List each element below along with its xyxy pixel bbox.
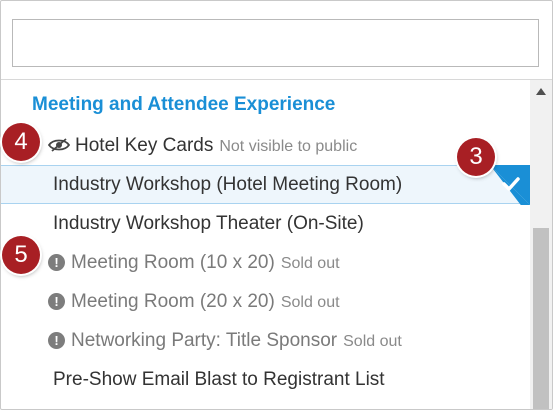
checkmark-icon [490, 165, 530, 205]
dropdown-panel: Meeting and Attendee Experience Hotel Ke… [0, 0, 553, 410]
status-text: Sold out [280, 294, 340, 311]
scroll-up-button[interactable] [530, 80, 552, 102]
scrollbar[interactable] [530, 80, 552, 409]
alert-icon: ! [48, 332, 65, 349]
option-label: Industry Workshop Theater (On-Site) [53, 213, 364, 234]
option-label: Industry Workshop (Hotel Meeting Room) [53, 174, 403, 195]
group-header: Meeting and Attendee Experience [32, 94, 336, 115]
option-industry-workshop-theater[interactable]: Industry Workshop Theater (On-Site) [1, 204, 530, 243]
option-industry-workshop-hotel[interactable]: Industry Workshop (Hotel Meeting Room) [1, 165, 530, 205]
eye-slash-icon [48, 138, 70, 152]
alert-icon: ! [48, 254, 65, 271]
option-meeting-room-20x20[interactable]: ! Meeting Room (20 x 20) Sold out [1, 282, 530, 321]
status-text: Sold out [280, 255, 340, 272]
search-input[interactable] [12, 19, 539, 67]
option-label: Hotel Key Cards [75, 135, 214, 156]
annotation-marker-4: 4 [2, 123, 40, 161]
annotation-marker-3: 3 [457, 138, 495, 176]
chevron-up-icon [536, 87, 546, 95]
option-meeting-room-10x20[interactable]: ! Meeting Room (10 x 20) Sold out [1, 243, 530, 282]
option-label: Meeting Room (20 x 20) [71, 291, 275, 312]
annotation-marker-5: 5 [2, 236, 40, 274]
option-label: Pre-Show Email Blast to Registrant List [53, 369, 385, 390]
option-networking-party[interactable]: ! Networking Party: Title Sponsor Sold out [1, 321, 530, 360]
option-label: Meeting Room (10 x 20) [71, 252, 275, 273]
option-hotel-key-cards[interactable]: Hotel Key Cards Not visible to public [1, 126, 530, 165]
status-text: Sold out [343, 333, 402, 350]
option-pre-show-email-blast[interactable]: Pre-Show Email Blast to Registrant List [1, 360, 530, 399]
scroll-thumb[interactable] [533, 228, 549, 409]
option-label: Networking Party: Title Sponsor [71, 330, 338, 351]
alert-icon: ! [48, 293, 65, 310]
options-list: Meeting and Attendee Experience Hotel Ke… [1, 80, 530, 409]
status-text: Not visible to public [219, 138, 358, 155]
